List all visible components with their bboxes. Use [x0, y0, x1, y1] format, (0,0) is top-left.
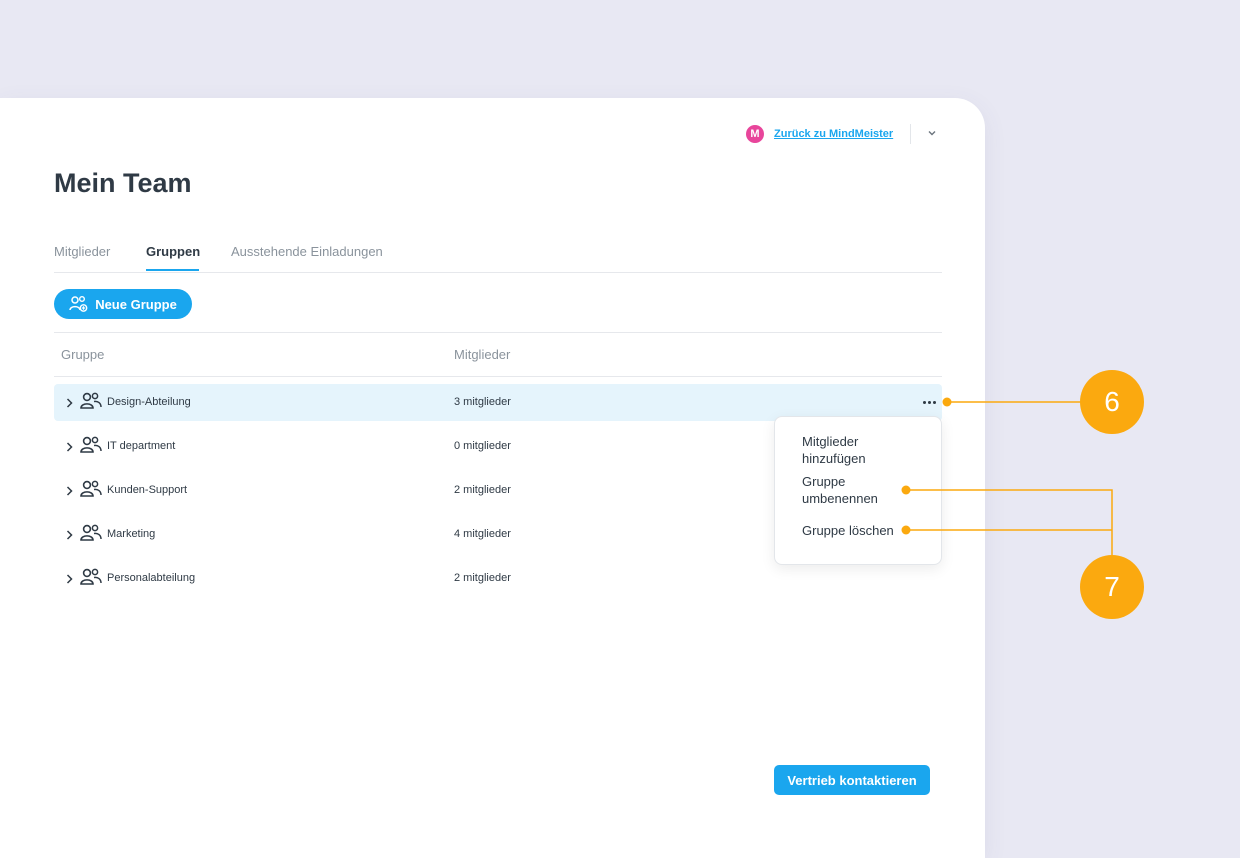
callout-lines — [901, 397, 1113, 560]
callout-badge: 6 — [1080, 370, 1144, 434]
callout-badge: 7 — [1080, 555, 1144, 619]
